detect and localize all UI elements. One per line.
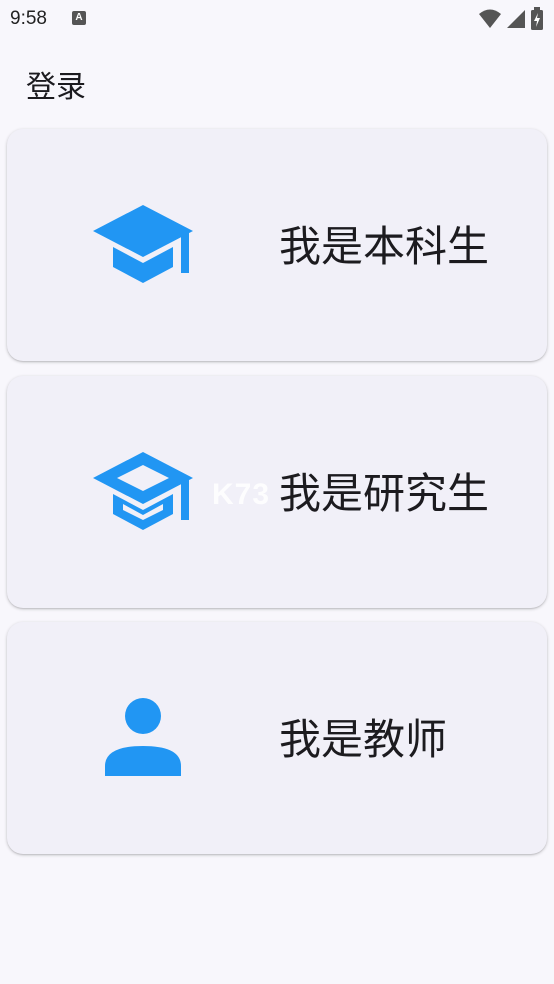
- page-title: 登录: [26, 70, 86, 105]
- graduation-cap-filled-icon: [93, 205, 193, 283]
- notification-icon: A: [72, 11, 86, 25]
- battery-icon: [531, 7, 543, 30]
- teacher-label: 我是教师: [279, 715, 448, 764]
- status-time: 9:58: [10, 8, 47, 29]
- graduation-cap-outlined-icon: [93, 452, 193, 530]
- signal-icon: [507, 10, 525, 28]
- graduate-card[interactable]: 我是研究生: [7, 376, 547, 608]
- teacher-card[interactable]: 我是教师: [7, 622, 547, 854]
- status-bar: 9:58 A: [0, 0, 554, 40]
- person-icon: [105, 698, 181, 776]
- graduate-label: 我是研究生: [279, 469, 490, 518]
- undergraduate-card[interactable]: 我是本科生: [7, 129, 547, 361]
- undergraduate-label: 我是本科生: [279, 222, 490, 271]
- wifi-icon: [479, 9, 501, 28]
- status-icons: [478, 7, 544, 31]
